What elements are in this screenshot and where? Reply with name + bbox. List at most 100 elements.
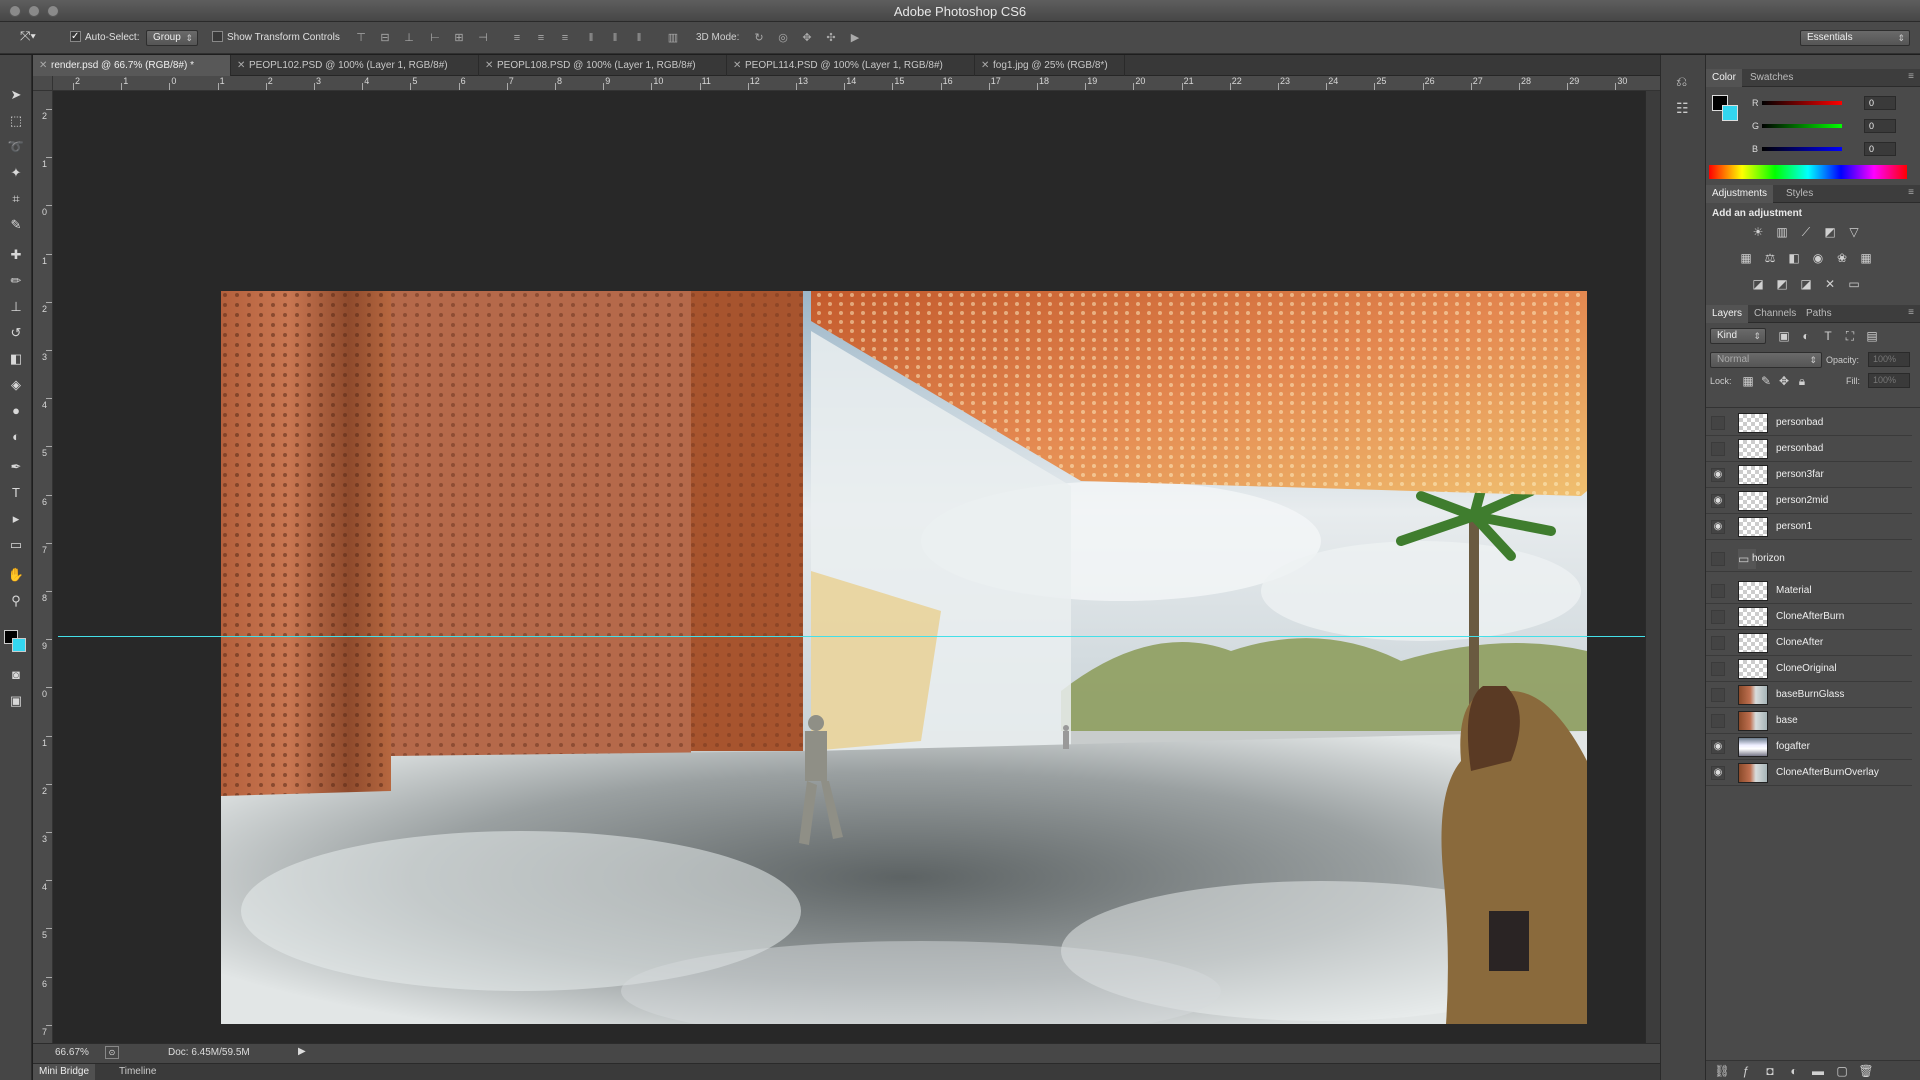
distribute-hcenter-icon[interactable]: ‖ — [608, 31, 622, 45]
curves-icon[interactable]: ⟋ — [1798, 225, 1814, 239]
tab-styles[interactable]: Styles — [1780, 185, 1819, 203]
layer-visibility-eye-icon[interactable] — [1711, 610, 1725, 624]
tab-paths[interactable]: Paths — [1800, 305, 1838, 323]
channel-mixer-icon[interactable]: ▦ — [1858, 251, 1874, 265]
hue-saturation-icon[interactable]: ⚖ — [1762, 251, 1778, 265]
filter-type-icon[interactable]: T — [1820, 329, 1836, 343]
layer-visibility-eye-icon[interactable]: ◉ — [1711, 520, 1725, 534]
vertical-ruler[interactable]: 2 1 0 1 2 3 4 5 6 7 8 9 0 1 2 3 4 5 6 7 — [33, 91, 53, 1043]
tab-mini-bridge[interactable]: Mini Bridge — [33, 1064, 96, 1080]
blend-mode-dropdown[interactable]: Normal — [1710, 352, 1822, 368]
distribute-left-icon[interactable]: ‖ — [584, 31, 598, 45]
healing-brush-tool-icon[interactable]: ✚ — [6, 245, 26, 265]
layer-row[interactable]: CloneAfterBurn — [1706, 604, 1912, 630]
layer-row[interactable]: base — [1706, 708, 1912, 734]
type-tool-icon[interactable]: T — [6, 483, 26, 503]
filter-adjustment-icon[interactable]: ◐ — [1798, 329, 1814, 343]
layer-visibility-eye-icon[interactable] — [1711, 636, 1725, 650]
g-value[interactable]: 0 — [1864, 119, 1896, 133]
exposure-icon[interactable]: ◩ — [1822, 225, 1838, 239]
layer-visibility-eye-icon[interactable]: ◉ — [1711, 766, 1725, 780]
ruler-origin[interactable] — [33, 76, 53, 91]
layer-name[interactable]: person1 — [1776, 521, 1812, 532]
document-tab[interactable]: ✕ PEOPL114.PSD @ 100% (Layer 1, RGB/8#) — [727, 55, 975, 76]
align-left-icon[interactable]: ⊢ — [428, 31, 442, 45]
layer-row[interactable]: ◉ person2mid — [1706, 488, 1912, 514]
status-menu-arrow-icon[interactable]: ▶ — [298, 1046, 306, 1057]
pen-tool-icon[interactable]: ✒ — [6, 457, 26, 477]
canvas-vertical-scrollbar[interactable] — [1645, 91, 1660, 1043]
document-canvas[interactable] — [221, 291, 1587, 1024]
tab-layers[interactable]: Layers — [1706, 305, 1749, 323]
color-background-swatch[interactable] — [1722, 105, 1738, 121]
color-panel-menu-icon[interactable]: ≡ — [1908, 71, 1914, 82]
layer-visibility-eye-icon[interactable] — [1711, 442, 1725, 456]
levels-icon[interactable]: ▥ — [1774, 225, 1790, 239]
close-tab-icon[interactable]: ✕ — [485, 55, 493, 76]
color-balance-icon[interactable]: ◧ — [1786, 251, 1802, 265]
gradient-map-triangle-icon[interactable]: ▽ — [1846, 225, 1862, 239]
horizontal-ruler[interactable]: 2 1 0 1 2 3 4 5 6 7 8 9 10 11 12 13 14 15 16 17 18 19 20 21 22 23… — [53, 76, 1660, 91]
close-tab-icon[interactable]: ✕ — [237, 55, 245, 76]
move-tool-preset-icon[interactable]: ⤧▾ — [20, 28, 36, 44]
align-bottom-icon[interactable]: ⊥ — [402, 31, 416, 45]
layer-visibility-eye-icon[interactable] — [1711, 662, 1725, 676]
history-brush-tool-icon[interactable]: ↺ — [6, 323, 26, 343]
screen-mode-icon[interactable]: ▣ — [6, 691, 26, 711]
path-selection-tool-icon[interactable]: ▸ — [6, 509, 26, 529]
align-top-icon[interactable]: ⊤ — [354, 31, 368, 45]
canvas-area[interactable] — [53, 91, 1660, 1043]
zoom-tool-icon[interactable]: ⚲ — [6, 591, 26, 611]
layer-filter-dropdown[interactable]: Kind — [1710, 328, 1766, 344]
layer-thumbnail[interactable] — [1738, 685, 1768, 705]
layer-row[interactable]: personbad — [1706, 410, 1912, 436]
tab-adjustments[interactable]: Adjustments — [1706, 185, 1774, 203]
tab-swatches[interactable]: Swatches — [1744, 69, 1799, 87]
3d-pan-icon[interactable]: ✥ — [800, 31, 814, 45]
eyedropper-tool-icon[interactable]: ✎ — [6, 215, 26, 235]
selective-color-icon[interactable]: ✕ — [1822, 277, 1838, 291]
show-transform-check[interactable] — [212, 30, 223, 42]
layer-thumbnail[interactable] — [1738, 413, 1768, 433]
lock-position-icon[interactable]: ✥ — [1776, 374, 1792, 388]
eraser-tool-icon[interactable]: ◧ — [6, 349, 26, 369]
layer-thumbnail[interactable] — [1738, 737, 1768, 757]
layer-name[interactable]: Material — [1776, 585, 1812, 596]
layer-thumbnail[interactable] — [1738, 465, 1768, 485]
layer-name[interactable]: person3far — [1776, 469, 1824, 480]
layer-thumbnail[interactable] — [1738, 607, 1768, 627]
link-layers-icon[interactable]: ⛓ — [1714, 1064, 1730, 1078]
layer-row[interactable]: ◉ person3far — [1706, 462, 1912, 488]
quick-mask-icon[interactable]: ◙ — [6, 665, 26, 685]
layer-visibility-eye-icon[interactable] — [1711, 688, 1725, 702]
layer-thumbnail[interactable] — [1738, 633, 1768, 653]
3d-roll-icon[interactable]: ◎ — [776, 31, 790, 45]
layer-name[interactable]: personbad — [1776, 443, 1823, 454]
align-right-icon[interactable]: ⊣ — [476, 31, 490, 45]
photo-filter-icon[interactable]: ❀ — [1834, 251, 1850, 265]
distribute-right-icon[interactable]: ‖ — [632, 31, 646, 45]
tab-channels[interactable]: Channels — [1748, 305, 1802, 323]
layer-row[interactable]: ▭ horizon — [1706, 546, 1912, 572]
layer-row[interactable]: Material — [1706, 578, 1912, 604]
layer-visibility-eye-icon[interactable] — [1711, 584, 1725, 598]
lock-transparency-icon[interactable]: ▦ — [1740, 374, 1756, 388]
threshold-icon[interactable]: ◪ — [1798, 277, 1814, 291]
document-tab[interactable]: ✕ fog1.jpg @ 25% (RGB/8*) — [975, 55, 1125, 76]
layer-row[interactable]: personbad — [1706, 436, 1912, 462]
lasso-tool-icon[interactable]: ➰ — [6, 137, 26, 157]
r-value[interactable]: 0 — [1864, 96, 1896, 110]
filter-pixel-icon[interactable]: ▣ — [1776, 329, 1792, 343]
layer-row[interactable]: ◉ fogafter — [1706, 734, 1912, 760]
layer-thumbnail[interactable] — [1738, 581, 1768, 601]
close-tab-icon[interactable]: ✕ — [733, 55, 741, 76]
layer-name[interactable]: CloneAfterBurnOverlay — [1776, 767, 1879, 778]
magic-wand-tool-icon[interactable]: ✦ — [6, 163, 26, 183]
document-tab[interactable]: ✕ PEOPL108.PSD @ 100% (Layer 1, RGB/8#) — [479, 55, 727, 76]
close-tab-icon[interactable]: ✕ — [39, 55, 47, 76]
close-tab-icon[interactable]: ✕ — [981, 55, 989, 76]
properties-panel-icon[interactable]: ☷ — [1676, 100, 1689, 117]
layer-row[interactable]: ◉ CloneAfterBurnOverlay — [1706, 760, 1912, 786]
move-tool-icon[interactable]: ➤ — [6, 85, 26, 105]
layer-name[interactable]: base — [1776, 715, 1798, 726]
